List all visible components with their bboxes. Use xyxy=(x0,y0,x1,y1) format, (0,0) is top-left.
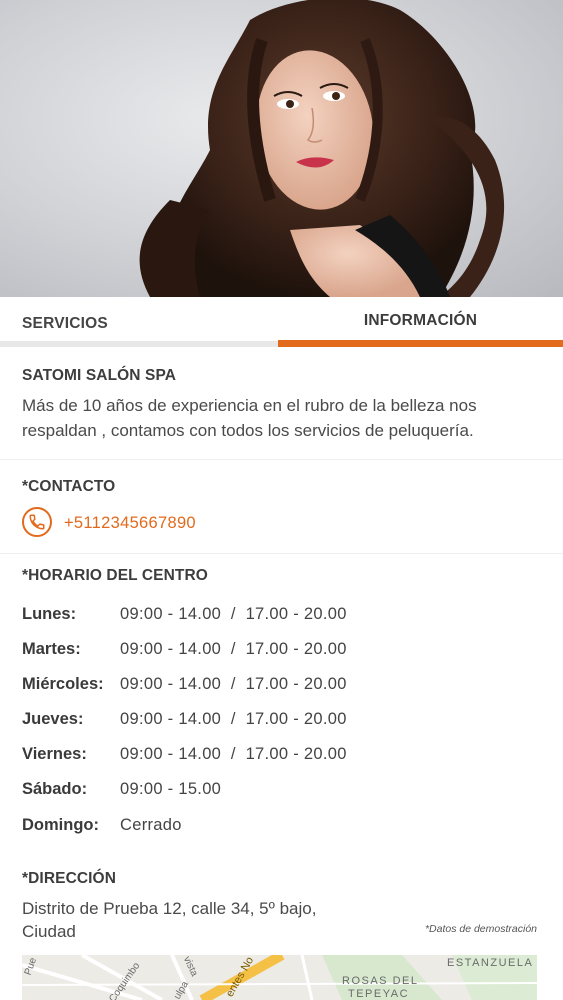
tab-informacion-label: INFORMACIÓN xyxy=(363,312,478,329)
schedule-row: Martes: 09:00 - 14.00 / 17.00 - 20.00 xyxy=(22,637,347,661)
schedule-hours: Cerrado xyxy=(120,815,182,834)
schedule-day: Lunes: xyxy=(22,604,77,623)
schedule-hours: 09:00 - 14.00 / 17.00 - 20.00 xyxy=(120,709,347,728)
schedule-row: Viernes: 09:00 - 14.00 / 17.00 - 20.00 xyxy=(22,742,347,766)
schedule-hours: 09:00 - 14.00 / 17.00 - 20.00 xyxy=(120,604,347,623)
schedule-row: Lunes: 09:00 - 14.00 / 17.00 - 20.00 xyxy=(22,602,347,626)
schedule-day: Viernes: xyxy=(22,744,87,763)
phone-number-link[interactable]: +5112345667890 xyxy=(64,514,196,533)
map-label: ESTANZUELA xyxy=(447,957,534,969)
tab-servicios[interactable]: SERVICIOS xyxy=(22,297,278,345)
address-line: Ciudad xyxy=(22,922,76,941)
address-text: Distrito de Prueba 12, calle 34, 5º bajo… xyxy=(22,897,382,943)
salon-name: SATOMI SALÓN SPA xyxy=(22,367,177,384)
tab-indicator-active xyxy=(278,340,563,347)
schedule-day: Miércoles: xyxy=(22,674,104,693)
schedule-day: Martes: xyxy=(22,639,81,658)
demo-note: *Datos de demostración xyxy=(424,923,537,935)
address-title: *DIRECCIÓN xyxy=(22,870,117,887)
schedule-row: Domingo: Cerrado xyxy=(22,813,182,837)
schedule-section: *HORARIO DEL CENTRO xyxy=(22,567,542,585)
divider xyxy=(0,553,563,554)
map-label: TEPEYAC xyxy=(348,988,410,1000)
contact-section: *CONTACTO +5112345667890 xyxy=(22,478,542,537)
phone-row[interactable]: +5112345667890 xyxy=(22,507,542,537)
address-line: Distrito de Prueba 12, calle 34, 5º bajo… xyxy=(22,899,317,918)
schedule-day: Jueves: xyxy=(22,709,84,728)
tab-indicator-inactive xyxy=(0,341,278,347)
schedule-row: Sábado: 09:00 - 15.00 xyxy=(22,777,221,801)
schedule-row: Jueves: 09:00 - 14.00 / 17.00 - 20.00 xyxy=(22,707,347,731)
schedule-day: Sábado: xyxy=(22,779,88,798)
model-portrait xyxy=(139,0,505,297)
schedule-hours: 09:00 - 14.00 / 17.00 - 20.00 xyxy=(120,674,347,693)
schedule-hours: 09:00 - 14.00 / 17.00 - 20.00 xyxy=(120,744,347,763)
location-map[interactable]: ESTANZUELA ROSAS DEL TEPEYAC Coquimbo Pu… xyxy=(22,955,537,1000)
salon-description: Más de 10 años de experiencia en el rubr… xyxy=(22,396,477,440)
hero-image xyxy=(0,0,563,297)
schedule-hours: 09:00 - 14.00 / 17.00 - 20.00 xyxy=(120,639,347,658)
salon-info: SATOMI SALÓN SPA Más de 10 años de exper… xyxy=(22,367,542,443)
tab-servicios-label: SERVICIOS xyxy=(22,315,108,332)
schedule-row: Miércoles: 09:00 - 14.00 / 17.00 - 20.00 xyxy=(22,672,347,696)
schedule-title: *HORARIO DEL CENTRO xyxy=(22,567,208,584)
schedule-day: Domingo: xyxy=(22,815,99,834)
divider xyxy=(0,459,563,460)
schedule-hours: 09:00 - 15.00 xyxy=(120,779,222,798)
contact-title: *CONTACTO xyxy=(22,478,116,495)
tab-informacion[interactable]: INFORMACIÓN xyxy=(278,297,563,345)
phone-icon[interactable] xyxy=(22,507,52,537)
map-label: ROSAS DEL xyxy=(342,975,419,987)
